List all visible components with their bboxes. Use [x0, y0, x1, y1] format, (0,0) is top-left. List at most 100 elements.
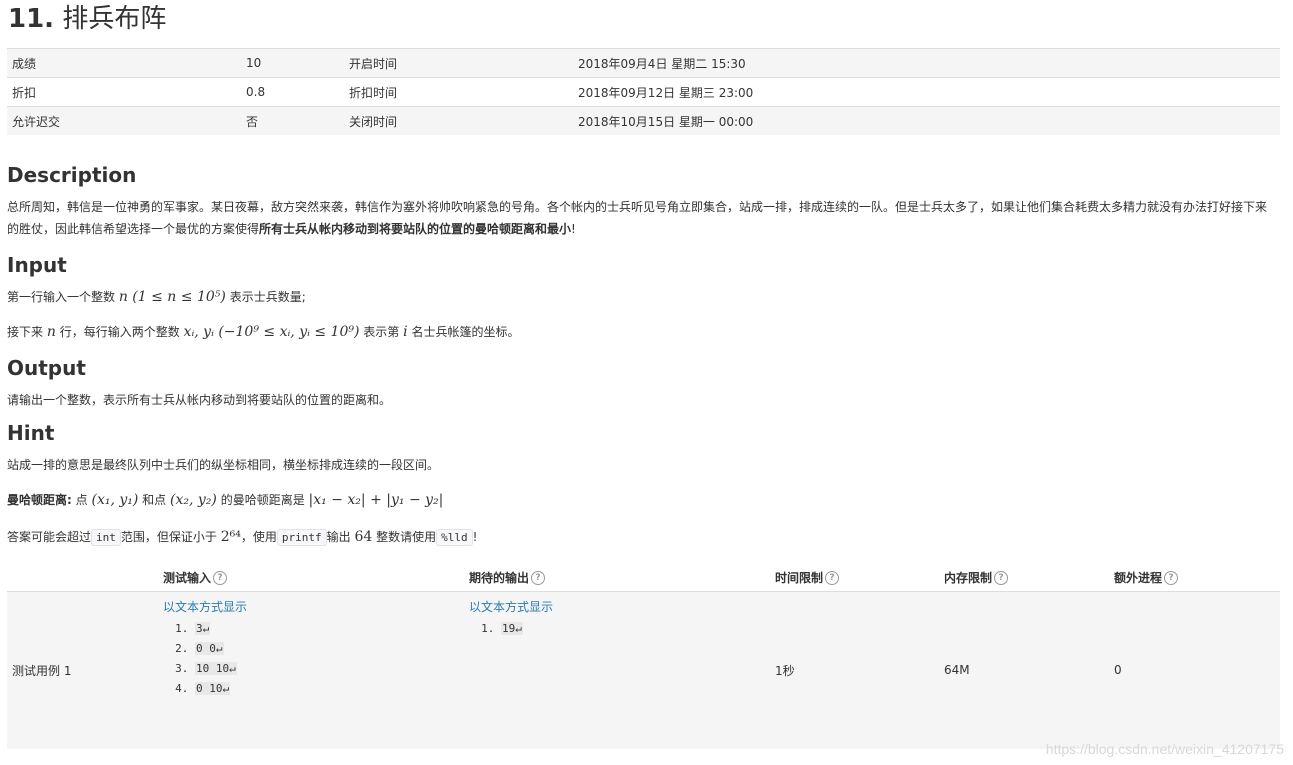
score-label: 成绩	[7, 48, 241, 78]
hint-point-1: (x₁, y₁)	[91, 492, 139, 508]
expected-output-cell: 以文本方式显示 19↵	[469, 591, 775, 749]
hint-manhattan-label: 曼哈顿距离:	[7, 493, 72, 507]
title-text: 排兵布阵	[62, 4, 167, 34]
header-expected-output: 期待的输出?	[469, 563, 775, 592]
hint-num: 64	[354, 529, 373, 545]
output-heading: Output	[7, 356, 86, 380]
input-line2-i: i	[403, 324, 408, 340]
hint-line3-a: 答案可能会超过	[7, 530, 92, 544]
expected-output-code: 19↵	[469, 619, 775, 639]
memory-limit-value: 64M	[944, 591, 1114, 749]
input-line1-a: 第一行输入一个整数	[7, 290, 116, 304]
test-input-cell: 以文本方式显示 3↵ 0 0↵ 10 10↵ 0 10↵	[163, 591, 469, 749]
hint-line3-e: 整数请使用	[376, 530, 437, 544]
help-icon[interactable]: ?	[825, 571, 840, 585]
cases-header-row: 测试输入? 期待的输出? 时间限制? 内存限制? 额外进程?	[7, 563, 1280, 592]
test-cases-table: 测试输入? 期待的输出? 时间限制? 内存限制? 额外进程? 测试用例 1 以文…	[7, 563, 1280, 749]
header-memory-limit-label: 内存限制	[944, 570, 993, 585]
test-input-code: 3↵ 0 0↵ 10 10↵ 0 10↵	[163, 619, 469, 699]
header-test-input: 测试输入?	[163, 563, 469, 592]
show-as-text-link[interactable]: 以文本方式显示	[469, 598, 775, 615]
code-line-text: 0 10↵	[195, 682, 231, 695]
close-time-value: 2018年10月15日 星期一 00:00	[573, 106, 1280, 135]
input-line1-b: 表示士兵数量;	[229, 290, 306, 304]
hint-line-2: 曼哈顿距离: 点 (x₁, y₁) 和点 (x₂, y₂) 的曼哈顿距离是 |x…	[7, 489, 1272, 511]
time-limit-value: 1秒	[775, 591, 944, 749]
code-line-text: 0 0↵	[195, 642, 224, 655]
description-text: 总所周知，韩信是一位神勇的军事家。某日夜幕，敌方突然来袭，韩信作为塞外将帅吹响紧…	[7, 196, 1272, 240]
open-time-value: 2018年09月4日 星期二 15:30	[573, 48, 1280, 78]
header-time-limit-label: 时间限制	[775, 570, 824, 585]
code-line: 19↵	[501, 619, 775, 639]
discount-label: 折扣	[7, 77, 241, 107]
int-code: int	[91, 529, 121, 546]
show-as-text-link[interactable]: 以文本方式显示	[163, 598, 469, 615]
hint-line2-c: 的曼哈顿距离是	[220, 493, 305, 507]
help-icon[interactable]: ?	[1164, 571, 1179, 585]
hint-line3-c: ，使用	[240, 530, 277, 544]
hint-line3-f: !	[472, 530, 478, 544]
header-extra-process: 额外进程?	[1114, 563, 1280, 592]
description-bold: 所有士兵从帐内移动到将要站队的位置的曼哈顿距离和最小	[259, 222, 572, 236]
hint-line3-b: 范围，但保证小于	[120, 530, 217, 544]
description-body: 总所周知，韩信是一位神勇的军事家。某日夜幕，敌方突然来袭，韩信作为塞外将帅吹响紧…	[7, 200, 1268, 236]
extra-process-value: 0	[1114, 591, 1280, 749]
late-submit-value: 否	[241, 106, 344, 135]
code-line-text: 3↵	[195, 622, 211, 635]
help-icon[interactable]: ?	[213, 571, 228, 585]
header-test-input-label: 测试输入	[163, 570, 212, 585]
input-line2-n: n	[46, 324, 56, 340]
hint-point-2: (x₂, y₂)	[170, 492, 217, 508]
test-case-label: 测试用例 1	[7, 591, 163, 749]
hint-line-3: 答案可能会超过 int 范围，但保证小于 2⁶⁴，使用 printf 输出 64 整数请…	[7, 526, 1272, 549]
code-line-text: 10 10↵	[195, 662, 237, 675]
help-icon[interactable]: ?	[994, 571, 1009, 585]
discount-time-label: 折扣时间	[344, 77, 573, 107]
header-empty	[7, 563, 163, 592]
page-title: 11. 排兵布阵	[8, 2, 166, 36]
input-line1-math: n (1 ≤ n ≤ 10⁵)	[118, 289, 226, 305]
info-row: 允许迟交 否 关闭时间 2018年10月15日 星期一 00:00	[7, 106, 1280, 135]
code-line: 3↵	[195, 619, 469, 639]
hint-formula: |x₁ − x₂| + |y₁ − y₂|	[308, 492, 444, 508]
help-icon[interactable]: ?	[531, 571, 546, 585]
hint-line-1: 站成一排的意思是最终队列中士兵们的纵坐标相同，横坐标排成连续的一段区间。	[7, 458, 440, 472]
description-end: !	[571, 222, 576, 236]
input-line2-b: 行，每行输入两个整数	[59, 325, 180, 339]
hint-heading: Hint	[7, 421, 55, 445]
input-line2-a: 接下来	[7, 325, 44, 339]
code-line-text: 19↵	[501, 622, 523, 635]
code-line: 0 10↵	[195, 679, 469, 699]
input-line2-math: xᵢ, yᵢ (−10⁹ ≤ xᵢ, yᵢ ≤ 10⁹)	[183, 324, 360, 340]
code-line: 0 0↵	[195, 639, 469, 659]
header-extra-process-label: 额外进程	[1114, 570, 1163, 585]
input-line-2: 接下来 n 行，每行输入两个整数 xᵢ, yᵢ (−10⁹ ≤ xᵢ, yᵢ ≤…	[7, 321, 1272, 343]
title-number: 11.	[8, 4, 55, 34]
hint-line2-b: 和点	[142, 493, 167, 507]
hint-pow: 2⁶⁴	[220, 529, 241, 545]
input-line2-d: 名士兵帐篷的坐标。	[411, 325, 520, 339]
output-text: 请输出一个整数，表示所有士兵从帐内移动到将要站队的位置的距离和。	[7, 393, 392, 407]
info-row: 成绩 10 开启时间 2018年09月4日 星期二 15:30	[7, 48, 1280, 78]
code-line: 10 10↵	[195, 659, 469, 679]
lld-code: %lld	[436, 529, 473, 546]
input-heading: Input	[7, 253, 67, 277]
info-table: 成绩 10 开启时间 2018年09月4日 星期二 15:30 折扣 0.8 折…	[7, 48, 1280, 135]
header-memory-limit: 内存限制?	[944, 563, 1114, 592]
printf-code: printf	[276, 529, 327, 546]
close-time-label: 关闭时间	[344, 106, 573, 135]
discount-value: 0.8	[241, 77, 344, 107]
late-submit-label: 允许迟交	[7, 106, 241, 135]
header-expected-output-label: 期待的输出	[469, 570, 530, 585]
table-row: 测试用例 1 以文本方式显示 3↵ 0 0↵ 10 10↵ 0 10↵ 以文本方…	[7, 591, 1280, 749]
hint-line2-a: 点	[75, 493, 88, 507]
description-heading: Description	[7, 163, 137, 187]
hint-line3-d: 输出	[326, 530, 351, 544]
score-value: 10	[241, 48, 344, 78]
watermark: https://blog.csdn.net/weixin_41207175	[1045, 741, 1284, 757]
info-row: 折扣 0.8 折扣时间 2018年09月12日 星期三 23:00	[7, 77, 1280, 107]
header-time-limit: 时间限制?	[775, 563, 944, 592]
discount-time-value: 2018年09月12日 星期三 23:00	[573, 77, 1280, 107]
input-line-1: 第一行输入一个整数 n (1 ≤ n ≤ 10⁵) 表示士兵数量;	[7, 286, 1272, 308]
input-line2-c: 表示第	[363, 325, 400, 339]
